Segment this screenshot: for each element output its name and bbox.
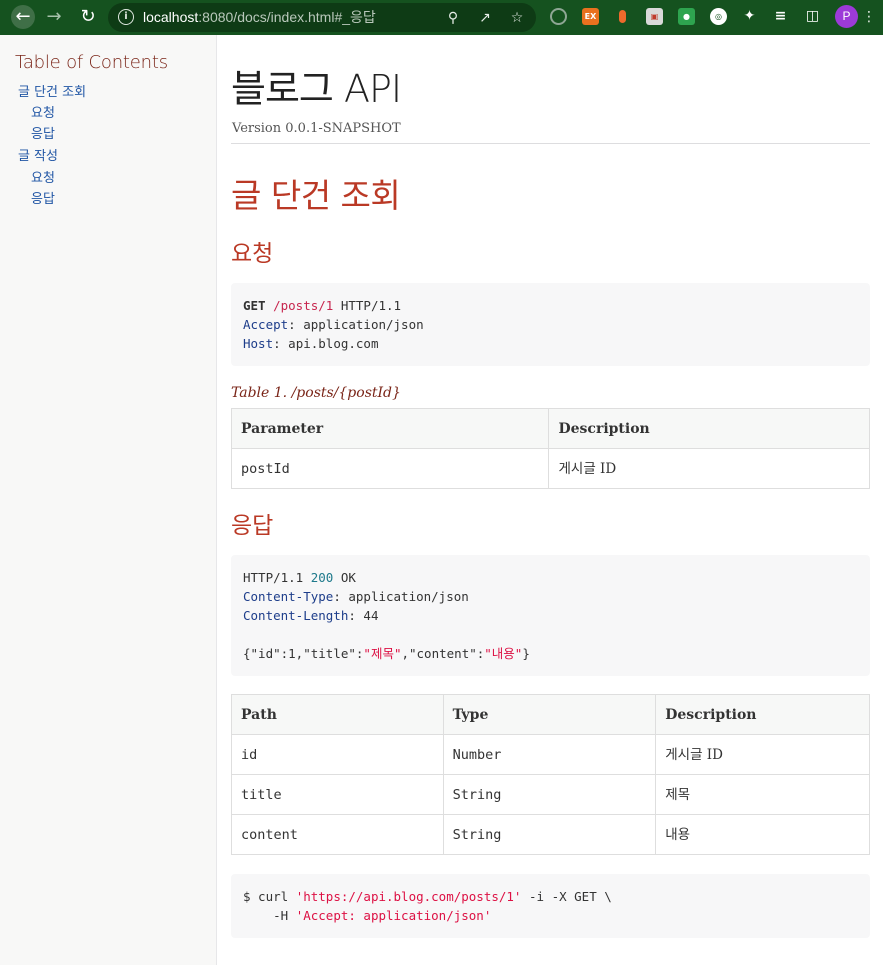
- extension-pill-icon[interactable]: [614, 8, 631, 25]
- table-row: title String 제목: [231, 774, 870, 815]
- browser-toolbar: ← → ↻ i localhost:8080/docs/index.html#_…: [0, 0, 883, 35]
- reading-list-icon[interactable]: ≡: [772, 8, 789, 25]
- site-info-icon[interactable]: i: [118, 9, 134, 25]
- response-status-code: 200: [310, 570, 334, 585]
- request-method: GET: [243, 298, 266, 313]
- extension-white-circle-icon[interactable]: ◎: [710, 8, 727, 25]
- response-fields-table: Path Type Description id Number 게시글 ID t…: [231, 694, 870, 855]
- curl-url: 'https://api.blog.com/posts/1': [295, 889, 522, 904]
- page-title: 블로그 API: [231, 67, 402, 111]
- section-title: 글 단건 조회: [231, 176, 401, 215]
- extension-green-icon[interactable]: ●: [678, 8, 695, 25]
- curl-request-block: $ curl 'https://api.blog.com/posts/1' -i…: [231, 874, 870, 938]
- profile-initial: P: [842, 9, 851, 23]
- response-body-part: {"id":1,"title":: [243, 646, 364, 661]
- zoom-icon[interactable]: ⚲: [444, 9, 462, 27]
- column-header: Path: [231, 694, 444, 735]
- table-cell: Number: [442, 734, 657, 775]
- toc-item-post-create-request[interactable]: 요청: [31, 171, 55, 187]
- forward-arrow-icon[interactable]: →: [42, 5, 66, 29]
- share-icon[interactable]: ↗: [476, 9, 494, 27]
- profile-avatar[interactable]: P: [835, 5, 858, 28]
- table-row: content String 내용: [231, 814, 870, 855]
- table-cell: title: [231, 774, 444, 815]
- response-status-text: OK: [340, 570, 356, 585]
- reload-icon[interactable]: ↻: [76, 5, 100, 29]
- column-header: Parameter: [230, 408, 550, 449]
- request-header-name: Accept: [243, 317, 289, 332]
- toc-item-post-create-response[interactable]: 응답: [31, 192, 55, 208]
- url-text[interactable]: localhost:8080/docs/index.html#_응답: [143, 9, 376, 26]
- curl-options: -i -X GET \: [521, 889, 612, 904]
- response-body-part: }: [522, 646, 530, 661]
- response-heading: 응답: [231, 513, 274, 539]
- url-path: :8080/docs/index.html#_응답: [198, 9, 376, 25]
- request-header-value: api.blog.com: [288, 336, 379, 351]
- http-request-block: GET /posts/1 HTTP/1.1 Accept: applicatio…: [231, 283, 870, 366]
- table-header-row: Parameter Description: [230, 408, 870, 449]
- back-arrow-icon[interactable]: ←: [11, 5, 35, 29]
- table-cell: content: [231, 814, 444, 855]
- doc-version: Version 0.0.1-SNAPSHOT: [232, 121, 401, 136]
- table-cell: 내용: [655, 814, 870, 855]
- toc-item-post-get-response[interactable]: 응답: [31, 127, 55, 143]
- request-path: /posts/1: [273, 298, 334, 313]
- response-body-string: "내용": [484, 646, 523, 661]
- extension-ex-label: EX: [584, 12, 597, 21]
- path-parameters-table: Parameter Description postId 게시글 ID: [230, 408, 870, 489]
- bookmark-star-icon[interactable]: ☆: [508, 9, 526, 27]
- column-header: Type: [442, 694, 657, 735]
- http-response-block: HTTP/1.1 200 OK Content-Type: applicatio…: [231, 555, 870, 676]
- response-header-value: application/json: [348, 589, 469, 604]
- pill-shape: [619, 10, 626, 23]
- side-panel-icon[interactable]: ◫: [804, 8, 821, 25]
- request-header-name: Host: [243, 336, 274, 351]
- table-header-row: Path Type Description: [231, 694, 870, 735]
- table-cell: postId: [230, 448, 550, 489]
- table-cell: 게시글 ID: [655, 734, 870, 775]
- address-bar[interactable]: i localhost:8080/docs/index.html#_응답 ⚲ ↗…: [108, 3, 536, 32]
- response-protocol: HTTP/1.1: [243, 570, 304, 585]
- column-header: Description: [655, 694, 870, 735]
- extensions-puzzle-icon[interactable]: ✦: [741, 8, 758, 25]
- browser-menu-icon[interactable]: ⋮: [862, 6, 876, 28]
- extension-circle-icon[interactable]: [550, 8, 567, 25]
- curl-header-flag: -H: [243, 908, 296, 923]
- table-cell: String: [442, 774, 657, 815]
- toc-item-post-get[interactable]: 글 단건 조회: [18, 85, 86, 101]
- request-heading: 요청: [231, 241, 274, 267]
- table-cell: String: [442, 814, 657, 855]
- response-body-part: ,"content":: [401, 646, 485, 661]
- response-header-name: Content-Length: [243, 608, 349, 623]
- toc-item-post-get-request[interactable]: 요청: [31, 106, 55, 122]
- table-row: postId 게시글 ID: [230, 448, 870, 489]
- extension-ex-icon[interactable]: EX: [582, 8, 599, 25]
- table-cell: id: [231, 734, 444, 775]
- response-header-name: Content-Type: [243, 589, 334, 604]
- toc-title: Table of Contents: [15, 52, 168, 73]
- url-host: localhost: [143, 9, 199, 25]
- table-caption: Table 1. /posts/{postId}: [231, 385, 401, 401]
- title-divider: [231, 143, 870, 144]
- response-body-string: "제목": [363, 646, 402, 661]
- extension-window-icon[interactable]: ▣: [646, 8, 663, 25]
- column-header: Description: [548, 408, 870, 449]
- table-cell: 제목: [655, 774, 870, 815]
- toc-sidebar: Table of Contents 글 단건 조회 요청 응답 글 작성 요청 …: [0, 35, 217, 965]
- table-cell: 게시글 ID: [548, 448, 870, 489]
- request-header-value: application/json: [303, 317, 424, 332]
- table-row: id Number 게시글 ID: [231, 734, 870, 775]
- response-header-value: 44: [363, 608, 379, 623]
- curl-prompt: $ curl: [243, 889, 296, 904]
- request-protocol: HTTP/1.1: [340, 298, 402, 313]
- toc-item-post-create[interactable]: 글 작성: [18, 149, 58, 165]
- doc-content: 블로그 API Version 0.0.1-SNAPSHOT 글 단건 조회 요…: [230, 35, 870, 965]
- curl-header-value: 'Accept: application/json': [295, 908, 492, 923]
